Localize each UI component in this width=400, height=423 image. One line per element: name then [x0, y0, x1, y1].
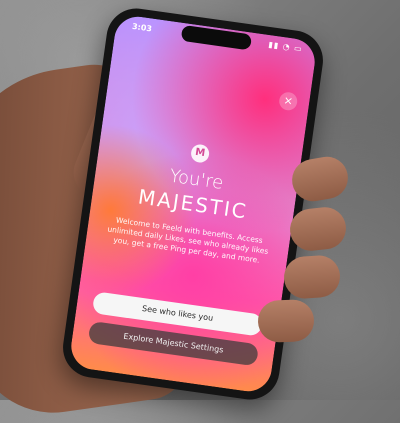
finger	[287, 205, 349, 253]
status-time: 3:03	[131, 21, 153, 34]
camera-notch	[180, 24, 253, 51]
finger	[282, 254, 342, 300]
status-icons: ▮▮ ◔ ▭	[267, 39, 304, 54]
close-icon[interactable]: ×	[278, 91, 299, 112]
majestic-badge-icon: M	[189, 143, 211, 164]
status-bar: 3:03 ▮▮ ◔ ▭	[115, 14, 318, 64]
finger	[257, 299, 315, 343]
majestic-modal-content: M You're MAJESTIC Welcome to Feeld with …	[100, 132, 288, 267]
